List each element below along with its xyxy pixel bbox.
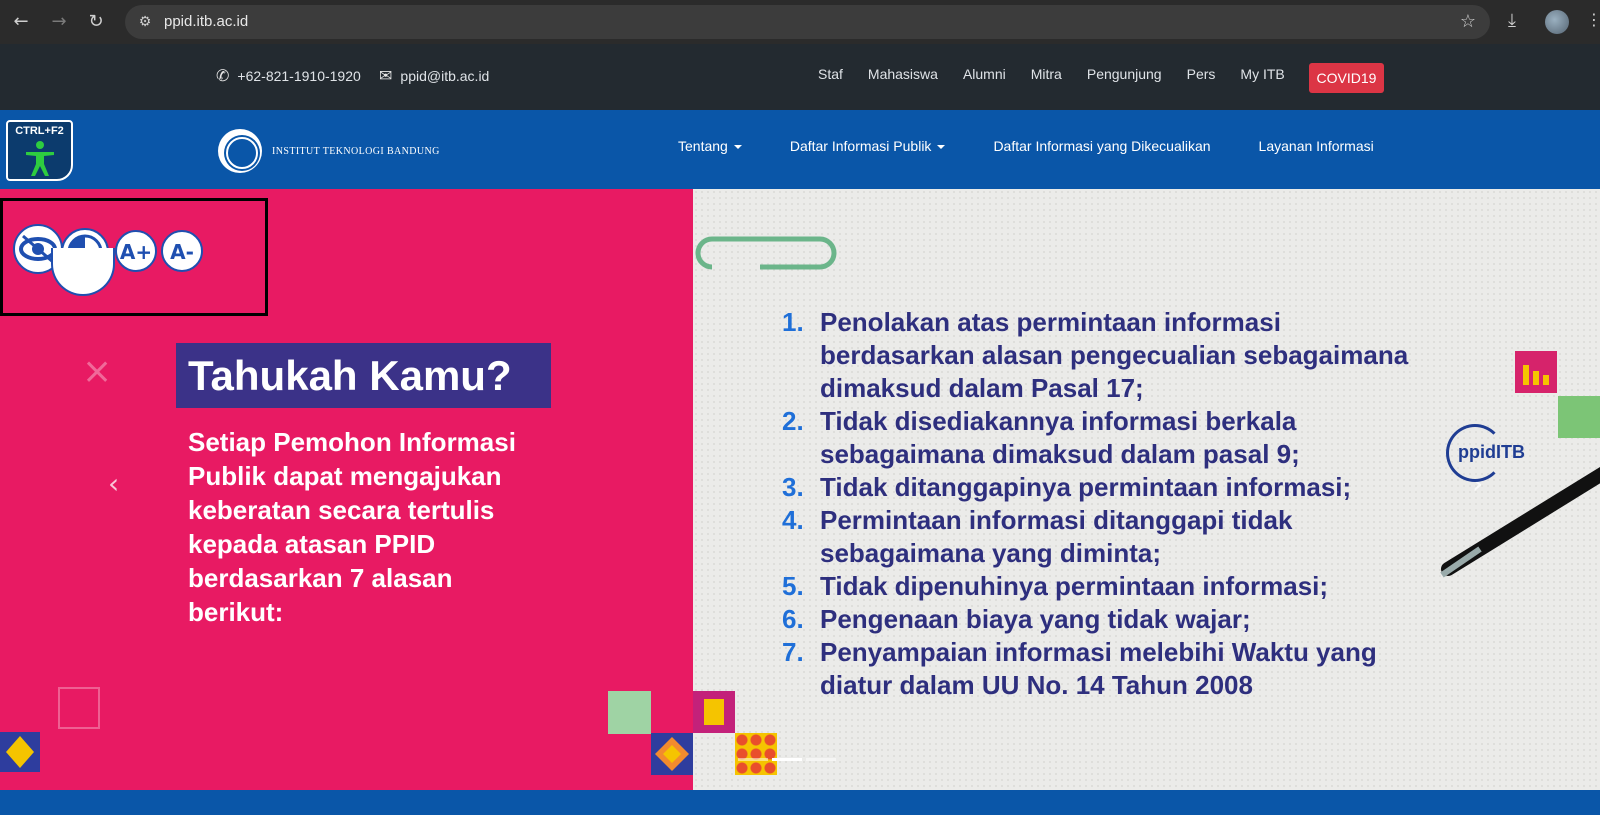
link-pengunjung[interactable]: Pengunjung xyxy=(1087,66,1162,82)
browser-chrome: ← → ↻ ⚙ ppid.itb.ac.id ☆ ⤓ ⋮ xyxy=(0,0,1600,44)
paperclip-icon xyxy=(695,236,837,270)
itb-logo[interactable]: INSTITUT TEKNOLOGI BANDUNG xyxy=(218,129,440,173)
main-menu: Tentang Daftar Informasi Publik Daftar I… xyxy=(678,138,1374,154)
nav-tentang[interactable]: Tentang xyxy=(678,138,742,154)
list-text: Tidak disediakannya informasi berkala se… xyxy=(820,406,1300,469)
hero-headline: Tahukah Kamu? xyxy=(188,352,512,399)
menu-icon[interactable]: ⋮ xyxy=(1586,10,1600,29)
dots-tile-icon xyxy=(735,733,777,775)
ppid-logo-text: ppidITB xyxy=(1458,442,1525,462)
font-increase-label: A+ xyxy=(119,240,153,264)
link-my-itb[interactable]: My ITB xyxy=(1240,66,1284,82)
list-number: 2. xyxy=(782,406,804,436)
accessibility-person-icon xyxy=(26,141,54,176)
caret-down-icon xyxy=(937,145,946,150)
download-icon[interactable]: ⤓ xyxy=(1508,10,1516,31)
link-pers[interactable]: Pers xyxy=(1187,66,1216,82)
address-bar[interactable]: ⚙ ppid.itb.ac.id ☆ xyxy=(125,5,1490,39)
list-number: 4. xyxy=(782,505,804,535)
nav-daftar-informasi-publik-label: Daftar Informasi Publik xyxy=(789,138,932,154)
star-tile-icon xyxy=(651,733,693,775)
brand-name: INSTITUT TEKNOLOGI BANDUNG xyxy=(272,145,440,157)
link-mahasiswa[interactable]: Mahasiswa xyxy=(868,66,938,82)
nav-daftar-dikecualikan[interactable]: Daftar Informasi yang Dikecualikan xyxy=(993,138,1210,154)
email-address[interactable]: ppid@itb.ac.id xyxy=(400,68,489,84)
carousel-indicator[interactable] xyxy=(806,758,836,761)
list-item: 4. Permintaan informasi ditanggapi tidak … xyxy=(782,504,1422,570)
chart-tile-icon xyxy=(1515,351,1557,393)
list-item: 5. Tidak dipenuhinya permintaan informasi… xyxy=(782,570,1422,603)
leaf-tile-icon xyxy=(608,691,651,734)
carousel-indicator[interactable] xyxy=(738,758,768,761)
grid-pattern-icon xyxy=(58,687,100,729)
link-staf[interactable]: Staf xyxy=(818,66,843,82)
whatsapp-icon: ✆ xyxy=(216,66,230,85)
profile-icon[interactable] xyxy=(1545,10,1569,34)
list-item: 3. Tidak ditanggapinya permintaan informa… xyxy=(782,471,1422,504)
list-number: 7. xyxy=(782,637,804,667)
list-item: 2. Tidak disediakannya informasi berkala … xyxy=(782,405,1422,471)
list-item: 6. Pengenaan biaya yang tidak wajar; xyxy=(782,603,1422,636)
email-contact[interactable]: ✉ ppid@itb.ac.id xyxy=(379,66,489,85)
font-decrease-label: A- xyxy=(170,240,194,264)
reasons-list: 1. Penolakan atas permintaan informasi be… xyxy=(782,306,1422,702)
forward-icon[interactable]: → xyxy=(47,10,71,34)
carousel-indicator-active[interactable] xyxy=(772,758,802,761)
shortcut-label: CTRL+F2 xyxy=(15,125,64,137)
list-text: Tidak dipenuhinya permintaan informasi; xyxy=(820,571,1329,601)
font-increase-button[interactable]: A+ xyxy=(115,230,157,272)
list-item: 1. Penolakan atas permintaan informasi be… xyxy=(782,306,1422,405)
back-icon[interactable]: ← xyxy=(9,10,33,34)
url-text[interactable]: ppid.itb.ac.id xyxy=(164,5,248,39)
page-footer-strip xyxy=(0,790,1600,815)
covid19-button[interactable]: COVID19 xyxy=(1309,63,1384,93)
list-number: 5. xyxy=(782,571,804,601)
link-mitra[interactable]: Mitra xyxy=(1031,66,1062,82)
diamond-tile-icon xyxy=(0,732,40,772)
cross-pattern-icon: ⨯ xyxy=(82,351,113,392)
audience-links: Staf Mahasiswa Alumni Mitra Pengunjung P… xyxy=(818,66,1285,82)
carousel-indicators xyxy=(738,758,836,761)
itb-seal-icon xyxy=(218,129,262,173)
list-text: Penyampaian informasi melebihi Waktu yan… xyxy=(820,637,1377,700)
list-text: Pengenaan biaya yang tidak wajar; xyxy=(820,604,1251,634)
list-text: Permintaan informasi ditanggapi tidak se… xyxy=(820,505,1293,568)
pattern-tile-icon xyxy=(1558,396,1600,438)
reload-icon[interactable]: ↻ xyxy=(84,10,108,34)
nav-layanan-informasi[interactable]: Layanan Informasi xyxy=(1259,138,1374,154)
list-item: 7. Penyampaian informasi melebihi Waktu y… xyxy=(782,636,1422,702)
bookmark-star-icon[interactable]: ☆ xyxy=(1460,10,1476,34)
list-text: Penolakan atas permintaan informasi berd… xyxy=(820,307,1409,403)
mail-icon: ✉ xyxy=(379,66,393,85)
nav-daftar-informasi-publik[interactable]: Daftar Informasi Publik xyxy=(790,138,946,154)
link-alumni[interactable]: Alumni xyxy=(963,66,1006,82)
top-contact-bar: ✆ +62-821-1910-1920 ✉ ppid@itb.ac.id Sta… xyxy=(0,44,1600,110)
accessibility-shortcut-button[interactable]: CTRL+F2 xyxy=(6,120,73,181)
list-number: 6. xyxy=(782,604,804,634)
phone-number[interactable]: +62-821-1910-1920 xyxy=(237,68,360,84)
hero-subtext: Setiap Pemohon Informasi Publik dapat me… xyxy=(188,427,516,627)
carousel-prev-icon[interactable]: ‹ xyxy=(108,467,119,500)
bow-tile-icon xyxy=(693,691,735,733)
ppid-itb-logo: ppidITB xyxy=(1446,424,1525,482)
list-number: 3. xyxy=(782,472,804,502)
phone-contact[interactable]: ✆ +62-821-1910-1920 xyxy=(216,66,361,85)
nav-tentang-label: Tentang xyxy=(678,138,728,154)
font-decrease-button[interactable]: A- xyxy=(161,230,203,272)
caret-down-icon xyxy=(733,145,742,150)
site-settings-icon[interactable]: ⚙ xyxy=(133,10,157,34)
list-text: Tidak ditanggapinya permintaan informasi… xyxy=(820,472,1352,502)
list-number: 1. xyxy=(782,307,804,337)
